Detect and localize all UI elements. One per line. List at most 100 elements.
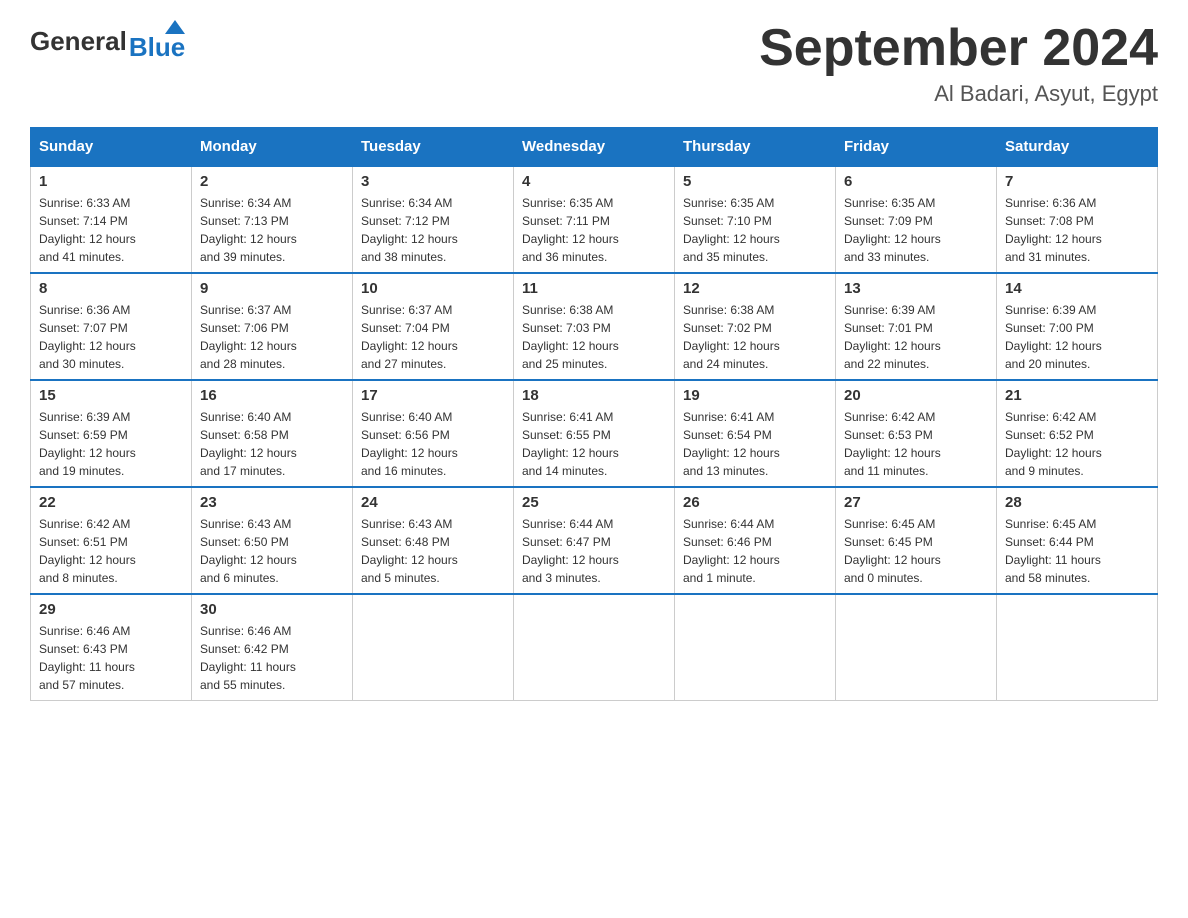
day-info: Sunrise: 6:46 AMSunset: 6:43 PMDaylight:… [39, 624, 135, 692]
calendar-cell: 30 Sunrise: 6:46 AMSunset: 6:42 PMDayligh… [192, 594, 353, 701]
column-header-thursday: Thursday [675, 128, 836, 167]
calendar-cell: 28Sunrise: 6:45 AMSunset: 6:44 PMDayligh… [997, 487, 1158, 594]
calendar-cell: 6 Sunrise: 6:35 AMSunset: 7:09 PMDaylight… [836, 166, 997, 273]
day-info: Sunrise: 6:39 AMSunset: 6:59 PMDaylight:… [39, 410, 136, 478]
day-info: Sunrise: 6:42 AMSunset: 6:53 PMDaylight:… [844, 410, 941, 478]
calendar-cell [514, 594, 675, 701]
day-info: Sunrise: 6:35 AMSunset: 7:11 PMDaylight:… [522, 196, 619, 264]
column-header-wednesday: Wednesday [514, 128, 675, 167]
day-number: 20 [844, 387, 988, 404]
calendar-cell: 22 Sunrise: 6:42 AMSunset: 6:51 PMDayligh… [31, 487, 192, 594]
day-info: Sunrise: 6:34 AMSunset: 7:12 PMDaylight:… [361, 196, 458, 264]
day-number: 29 [39, 601, 183, 618]
column-header-saturday: Saturday [997, 128, 1158, 167]
calendar-cell [675, 594, 836, 701]
calendar-cell: 17 Sunrise: 6:40 AMSunset: 6:56 PMDayligh… [353, 380, 514, 487]
day-info: Sunrise: 6:46 AMSunset: 6:42 PMDaylight:… [200, 624, 296, 692]
day-number: 3 [361, 173, 505, 190]
day-number: 14 [1005, 280, 1149, 297]
calendar-cell [353, 594, 514, 701]
day-info: Sunrise: 6:39 AMSunset: 7:00 PMDaylight:… [1005, 303, 1102, 371]
day-info: Sunrise: 6:42 AMSunset: 6:51 PMDaylight:… [39, 517, 136, 585]
location-title: Al Badari, Asyut, Egypt [759, 81, 1158, 107]
logo-general-text: General [30, 26, 127, 57]
day-info: Sunrise: 6:36 AMSunset: 7:08 PMDaylight:… [1005, 196, 1102, 264]
day-number: 21 [1005, 387, 1149, 404]
day-info: Sunrise: 6:44 AMSunset: 6:46 PMDaylight:… [683, 517, 780, 585]
day-number: 27 [844, 494, 988, 511]
day-number: 23 [200, 494, 344, 511]
day-info: Sunrise: 6:43 AMSunset: 6:48 PMDaylight:… [361, 517, 458, 585]
day-number: 30 [200, 601, 344, 618]
page-header: General Blue September 2024 Al Badari, A… [30, 20, 1158, 107]
day-number: 19 [683, 387, 827, 404]
calendar-cell: 26 Sunrise: 6:44 AMSunset: 6:46 PMDayligh… [675, 487, 836, 594]
column-header-friday: Friday [836, 128, 997, 167]
calendar-cell: 11Sunrise: 6:38 AMSunset: 7:03 PMDayligh… [514, 273, 675, 380]
calendar-cell: 18 Sunrise: 6:41 AMSunset: 6:55 PMDayligh… [514, 380, 675, 487]
calendar-cell: 16 Sunrise: 6:40 AMSunset: 6:58 PMDayligh… [192, 380, 353, 487]
day-info: Sunrise: 6:42 AMSunset: 6:52 PMDaylight:… [1005, 410, 1102, 478]
calendar-cell [836, 594, 997, 701]
calendar-cell: 12 Sunrise: 6:38 AMSunset: 7:02 PMDayligh… [675, 273, 836, 380]
day-number: 22 [39, 494, 183, 511]
day-number: 25 [522, 494, 666, 511]
calendar-cell: 25 Sunrise: 6:44 AMSunset: 6:47 PMDayligh… [514, 487, 675, 594]
calendar-table: SundayMondayTuesdayWednesdayThursdayFrid… [30, 127, 1158, 701]
day-info: Sunrise: 6:34 AMSunset: 7:13 PMDaylight:… [200, 196, 297, 264]
day-info: Sunrise: 6:33 AMSunset: 7:14 PMDaylight:… [39, 196, 136, 264]
calendar-cell: 20 Sunrise: 6:42 AMSunset: 6:53 PMDayligh… [836, 380, 997, 487]
day-number: 8 [39, 280, 183, 297]
day-number: 24 [361, 494, 505, 511]
day-number: 10 [361, 280, 505, 297]
calendar-week-row: 8 Sunrise: 6:36 AMSunset: 7:07 PMDaylight… [31, 273, 1158, 380]
calendar-cell: 5 Sunrise: 6:35 AMSunset: 7:10 PMDaylight… [675, 166, 836, 273]
calendar-cell: 8 Sunrise: 6:36 AMSunset: 7:07 PMDaylight… [31, 273, 192, 380]
calendar-cell [997, 594, 1158, 701]
calendar-cell: 24 Sunrise: 6:43 AMSunset: 6:48 PMDayligh… [353, 487, 514, 594]
calendar-week-row: 29 Sunrise: 6:46 AMSunset: 6:43 PMDayligh… [31, 594, 1158, 701]
calendar-cell: 13 Sunrise: 6:39 AMSunset: 7:01 PMDayligh… [836, 273, 997, 380]
day-number: 6 [844, 173, 988, 190]
day-info: Sunrise: 6:35 AMSunset: 7:10 PMDaylight:… [683, 196, 780, 264]
calendar-cell: 4 Sunrise: 6:35 AMSunset: 7:11 PMDaylight… [514, 166, 675, 273]
day-info: Sunrise: 6:36 AMSunset: 7:07 PMDaylight:… [39, 303, 136, 371]
calendar-cell: 29 Sunrise: 6:46 AMSunset: 6:43 PMDayligh… [31, 594, 192, 701]
day-info: Sunrise: 6:40 AMSunset: 6:56 PMDaylight:… [361, 410, 458, 478]
day-number: 17 [361, 387, 505, 404]
calendar-cell: 9Sunrise: 6:37 AMSunset: 7:06 PMDaylight… [192, 273, 353, 380]
day-number: 13 [844, 280, 988, 297]
day-number: 4 [522, 173, 666, 190]
calendar-cell: 3 Sunrise: 6:34 AMSunset: 7:12 PMDaylight… [353, 166, 514, 273]
day-number: 15 [39, 387, 183, 404]
day-info: Sunrise: 6:40 AMSunset: 6:58 PMDaylight:… [200, 410, 297, 478]
day-number: 9 [200, 280, 344, 297]
logo: General Blue [30, 20, 185, 63]
logo-blue-text: Blue [129, 32, 185, 63]
logo-blue-part: Blue [129, 20, 185, 63]
column-header-sunday: Sunday [31, 128, 192, 167]
column-header-monday: Monday [192, 128, 353, 167]
day-info: Sunrise: 6:35 AMSunset: 7:09 PMDaylight:… [844, 196, 941, 264]
day-info: Sunrise: 6:37 AMSunset: 7:04 PMDaylight:… [361, 303, 458, 371]
day-info: Sunrise: 6:41 AMSunset: 6:55 PMDaylight:… [522, 410, 619, 478]
calendar-cell: 15 Sunrise: 6:39 AMSunset: 6:59 PMDayligh… [31, 380, 192, 487]
day-number: 26 [683, 494, 827, 511]
day-info: Sunrise: 6:45 AMSunset: 6:45 PMDaylight:… [844, 517, 941, 585]
calendar-week-row: 1 Sunrise: 6:33 AMSunset: 7:14 PMDaylight… [31, 166, 1158, 273]
title-area: September 2024 Al Badari, Asyut, Egypt [759, 20, 1158, 107]
day-number: 12 [683, 280, 827, 297]
column-header-tuesday: Tuesday [353, 128, 514, 167]
day-info: Sunrise: 6:39 AMSunset: 7:01 PMDaylight:… [844, 303, 941, 371]
day-number: 5 [683, 173, 827, 190]
calendar-cell: 10 Sunrise: 6:37 AMSunset: 7:04 PMDayligh… [353, 273, 514, 380]
calendar-week-row: 22 Sunrise: 6:42 AMSunset: 6:51 PMDayligh… [31, 487, 1158, 594]
calendar-cell: 27 Sunrise: 6:45 AMSunset: 6:45 PMDayligh… [836, 487, 997, 594]
day-number: 16 [200, 387, 344, 404]
day-number: 7 [1005, 173, 1149, 190]
day-number: 11 [522, 280, 666, 297]
day-info: Sunrise: 6:38 AMSunset: 7:02 PMDaylight:… [683, 303, 780, 371]
day-info: Sunrise: 6:44 AMSunset: 6:47 PMDaylight:… [522, 517, 619, 585]
day-number: 18 [522, 387, 666, 404]
day-number: 1 [39, 173, 183, 190]
